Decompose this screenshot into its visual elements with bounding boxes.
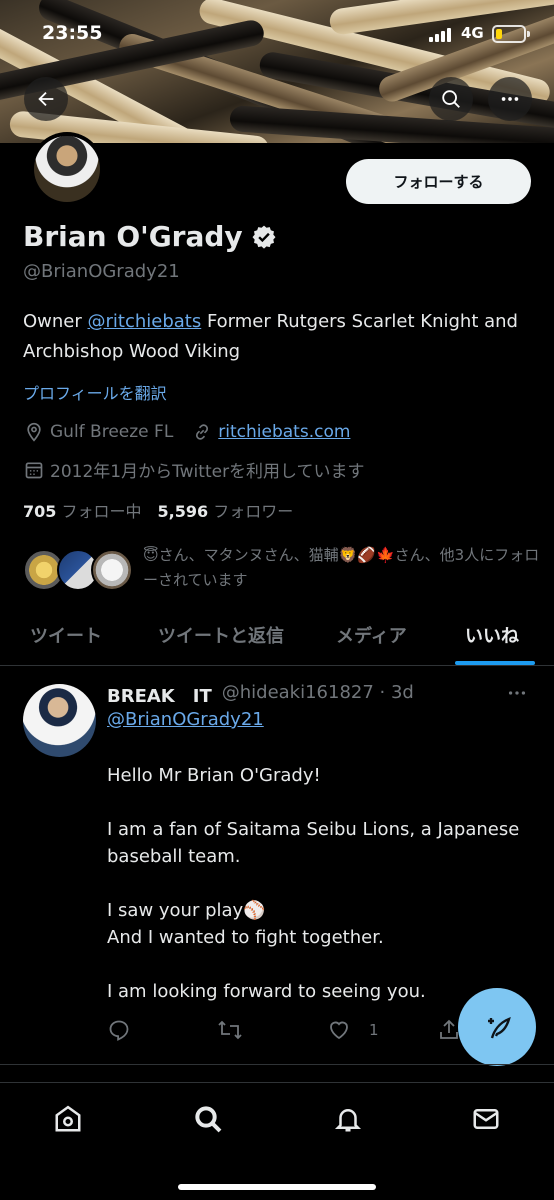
bio-mention-link[interactable]: @ritchiebats — [88, 311, 202, 332]
follower-avatar — [91, 549, 133, 591]
tweet-author-avatar[interactable] — [23, 684, 96, 757]
following-count-link[interactable]: 705 フォロー中 — [23, 498, 142, 522]
tweet-handle-time: @hideaki161827 · 3d — [221, 682, 414, 703]
more-horizontal-icon — [508, 691, 526, 695]
home-icon — [55, 1105, 81, 1132]
profile-meta-row: Gulf Breeze FL ritchiebats.com — [23, 421, 350, 443]
search-icon — [442, 90, 460, 108]
tab-media[interactable]: メディア — [336, 622, 407, 648]
profile-name: Brian O'Grady — [23, 220, 243, 253]
status-time: 23:55 — [42, 22, 103, 44]
verified-badge-icon — [252, 225, 276, 249]
tweet-more-button[interactable] — [506, 682, 528, 709]
follow-counts: 705 フォロー中 5,596 フォロワー — [23, 498, 293, 522]
bottom-navigation — [0, 1082, 554, 1200]
battery-icon — [492, 25, 530, 43]
bio-text: Owner — [23, 311, 88, 332]
avatar-image — [34, 136, 100, 202]
profile-location: Gulf Breeze FL — [50, 422, 174, 442]
tab-tweets-replies[interactable]: ツイートと返信 — [158, 622, 284, 648]
tweet-body: Hello Mr Brian O'Grady! I am a fan of Sa… — [107, 762, 527, 1032]
tweet-paragraph: I am looking forward to seeing you. — [107, 981, 426, 1002]
more-horizontal-icon — [501, 97, 519, 101]
profile-avatar[interactable] — [30, 132, 104, 206]
nav-search[interactable] — [190, 1101, 226, 1137]
nav-messages[interactable] — [468, 1101, 504, 1137]
profile-bio: Owner @ritchiebats Former Rutgers Scarle… — [23, 307, 533, 367]
signal-icon — [429, 26, 451, 42]
search-icon — [195, 1106, 222, 1133]
like-count: 1 — [369, 1021, 379, 1039]
active-tab-indicator — [455, 661, 535, 665]
tweet-author-name[interactable]: BREAK IT — [107, 682, 212, 708]
tweet-paragraph: I am a fan of Saitama Seibu Lions, a Jap… — [107, 819, 520, 867]
profile-joined-row: 2012年1月からTwitterを利用しています — [23, 457, 365, 482]
followed-by-text: 😇さん、マタンヌさん、猫輔🦁🏈🍁さん、他3人にフォローされています — [143, 546, 540, 589]
heart-icon — [330, 1021, 348, 1040]
arrow-left-icon — [38, 91, 54, 107]
nav-notifications[interactable] — [330, 1101, 366, 1137]
back-button[interactable] — [24, 77, 68, 121]
search-button[interactable] — [429, 77, 473, 121]
profile-website-link[interactable]: ritchiebats.com — [218, 422, 350, 442]
tweet-header: BREAK IT @hideaki161827 · 3d — [107, 682, 414, 708]
more-button[interactable] — [488, 77, 532, 121]
tab-tweets[interactable]: ツイート — [30, 622, 102, 648]
notifications-icon — [334, 1109, 362, 1132]
messages-icon — [473, 1109, 499, 1129]
compose-feather-icon — [488, 1016, 511, 1039]
profile-tabs: ツイート ツイートと返信 メディア いいね — [0, 614, 554, 666]
followed-by-section[interactable]: 😇さん、マタンヌさん、猫輔🦁🏈🍁さん、他3人にフォローされています — [23, 543, 543, 593]
reply-icon — [109, 1020, 129, 1041]
tweet-divider — [0, 1064, 554, 1065]
profile-name-row: Brian O'Grady — [23, 220, 277, 253]
tweet-paragraph: Hello Mr Brian O'Grady! — [107, 765, 321, 786]
network-type: 4G — [461, 24, 484, 42]
profile-joined-date: 2012年1月からTwitterを利用しています — [50, 462, 365, 482]
status-bar: 23:55 4G — [0, 0, 554, 60]
tweet-paragraph: I saw your play⚾ And I wanted to fight t… — [107, 900, 384, 948]
translate-profile-link[interactable]: プロフィールを翻訳 — [23, 380, 167, 404]
retweet-button[interactable] — [217, 1018, 243, 1042]
compose-tweet-button[interactable] — [458, 988, 536, 1066]
retweet-icon — [218, 1020, 242, 1040]
calendar-icon — [23, 459, 45, 481]
reply-button[interactable] — [107, 1018, 131, 1042]
tweet-actions: 1 — [107, 1018, 458, 1048]
followers-count-link[interactable]: 5,596 フォロワー — [158, 498, 294, 522]
like-button[interactable]: 1 — [327, 1018, 379, 1042]
tab-likes[interactable]: いいね — [465, 622, 519, 648]
nav-home[interactable] — [50, 1101, 86, 1137]
home-indicator — [178, 1184, 376, 1190]
link-icon — [191, 421, 213, 443]
follow-button[interactable]: フォローする — [346, 159, 531, 204]
location-pin-icon — [23, 421, 45, 443]
tweet-reply-mention[interactable]: @BrianOGrady21 — [107, 709, 264, 730]
profile-handle: @BrianOGrady21 — [23, 261, 180, 282]
follower-avatars — [23, 549, 133, 593]
